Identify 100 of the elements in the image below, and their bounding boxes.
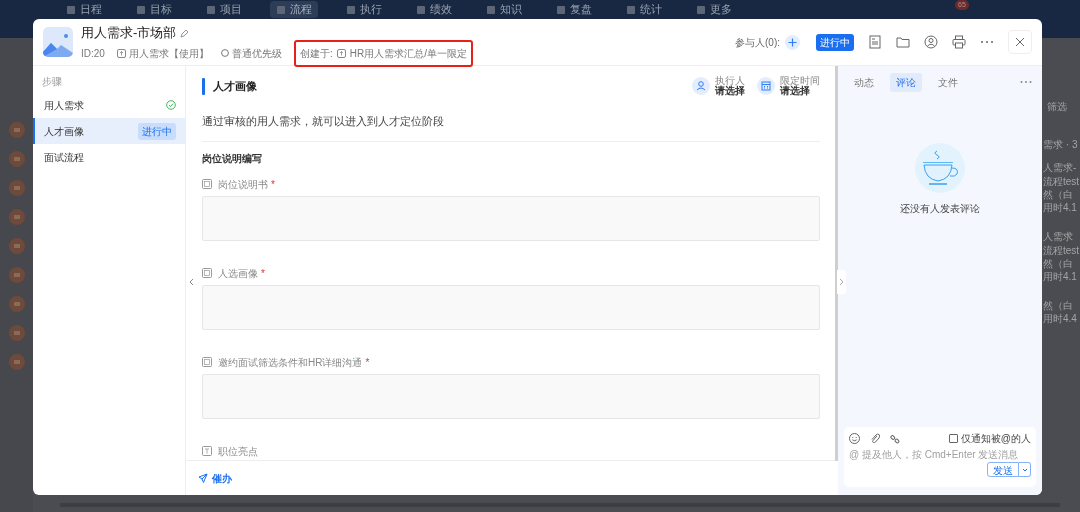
textarea-icon (202, 179, 212, 189)
share-icon (336, 48, 346, 58)
nav-icon (696, 4, 706, 15)
nav-icon (66, 4, 76, 15)
comment-tab[interactable]: 文件 (932, 72, 964, 92)
user-icon (924, 35, 938, 49)
description-text: 通过审核的用人需求，就可以进入到人才定位阶段 (202, 106, 820, 142)
send-button[interactable]: 发送 (987, 462, 1019, 477)
priority-label: 普通优先级 (231, 46, 282, 61)
avatar-icon (8, 209, 25, 225)
section-title: 人才画像 (213, 78, 257, 94)
nav-tab[interactable]: 项目 (200, 1, 248, 18)
nav-icon (206, 4, 216, 15)
required-mark: * (261, 266, 265, 281)
avatar-icon (8, 180, 25, 196)
created-label: 创建于: (299, 46, 333, 61)
textarea-icon (202, 268, 212, 278)
step-item[interactable]: 人才画像 进行中 (33, 118, 185, 144)
item-text: 然（白 (1043, 257, 1074, 270)
empty-message: 还没有人发表评论 (900, 202, 980, 216)
comment-input[interactable]: @ 提及他人，按 Cmd+Enter 发送消息 (849, 447, 1031, 461)
nav-icon (626, 4, 636, 15)
field-label: 邀约面试筛选条件和HR详细沟通 (218, 355, 363, 370)
comment-tab[interactable]: 动态 (848, 72, 880, 92)
avatar-icon (8, 238, 25, 254)
document-icon (868, 35, 882, 49)
task-id: ID:20 (81, 46, 105, 61)
more-icon (1020, 80, 1032, 84)
checkbox[interactable] (948, 434, 958, 443)
link-icon (890, 433, 900, 444)
group-heading: 岗位说明编写 (202, 152, 263, 166)
participants-label: 参与人(0): (735, 35, 780, 50)
avatar-icon (8, 325, 25, 341)
status-badge: 进行中 (816, 33, 854, 51)
group-title: 需求 · 3 (1043, 138, 1079, 151)
nav-icon (486, 4, 496, 15)
text-field-icon (202, 446, 212, 456)
item-text: 然（白 (1043, 299, 1074, 312)
step-item[interactable]: 用人需求 (33, 92, 185, 118)
picker-value[interactable]: 请选择 (780, 86, 820, 96)
comment-tab[interactable]: 评论 (890, 72, 922, 92)
picker-value[interactable]: 请选择 (715, 86, 745, 96)
picker-label: 限定时间 (780, 76, 820, 86)
add-icon (785, 34, 800, 50)
nav-tab[interactable]: 日程 (60, 1, 108, 18)
required-mark: * (271, 177, 275, 192)
item-text: 用时4.1 (1043, 201, 1078, 214)
share-icon (116, 48, 126, 58)
item-text: 然（白 (1043, 188, 1074, 201)
status-badge: 进行中 (138, 122, 176, 140)
item-text: 流程test (1043, 175, 1080, 188)
item-text: 用时4.1 (1043, 270, 1078, 283)
nav-tab[interactable]: 复盘 (550, 1, 598, 18)
dropdown-button[interactable] (1019, 462, 1031, 477)
edit-icon (180, 28, 190, 38)
field-label: 岗位说明书 (218, 177, 268, 192)
steps-heading: 步骤 (41, 75, 63, 89)
paperclip-icon (870, 433, 880, 444)
nav-tab[interactable]: 流程 (270, 1, 318, 18)
nav-icon (416, 4, 426, 15)
expand-handle[interactable] (837, 270, 846, 294)
filter-label: 筛选 (1047, 100, 1068, 113)
step-item[interactable]: 面试流程 (33, 144, 185, 170)
avatar-icon (8, 151, 25, 167)
folder-icon (896, 35, 910, 49)
picker-label: 执行人 (715, 76, 745, 86)
caret-icon (1021, 467, 1028, 472)
accent-bar (202, 77, 205, 95)
item-title: 人需求 (1043, 230, 1074, 244)
item-title: 人需求- (1043, 161, 1078, 175)
nav-tab[interactable]: 知识 (480, 1, 528, 18)
send-icon (198, 473, 208, 483)
nav-icon (276, 4, 286, 15)
person-icon (692, 77, 710, 95)
avatar-icon (8, 354, 25, 370)
priority-icon (220, 49, 229, 58)
nav-icon (556, 4, 566, 15)
nav-tab[interactable]: 目标 (130, 1, 178, 18)
nav-icon (136, 4, 146, 15)
checkbox-label: 仅通知被@的人 (960, 432, 1031, 446)
close-button[interactable] (1008, 30, 1032, 54)
close-icon (1015, 37, 1025, 47)
nav-tab[interactable]: 统计 (620, 1, 668, 18)
nav-tab[interactable]: 执行 (340, 1, 388, 18)
required-mark: * (365, 355, 370, 370)
avatar-icon (8, 296, 25, 312)
source-link[interactable]: HR用人需求汇总/单一限定 (349, 45, 467, 61)
task-title: 用人需求-市场部 (81, 24, 177, 43)
chevron-right-icon (839, 278, 844, 286)
print-icon (952, 35, 966, 49)
avatar-icon (8, 122, 25, 138)
urge-button[interactable]: 催办 (198, 470, 232, 486)
nav-tab[interactable]: 绩效 (410, 1, 458, 18)
textarea-icon (202, 357, 212, 367)
nav-icon (346, 4, 356, 15)
field-label: 职位亮点 (218, 444, 258, 459)
avatar-icon (8, 267, 25, 283)
item-text: 流程test (1043, 244, 1080, 257)
chevron-left-icon (188, 278, 194, 286)
nav-tab[interactable]: 更多 (690, 1, 738, 18)
